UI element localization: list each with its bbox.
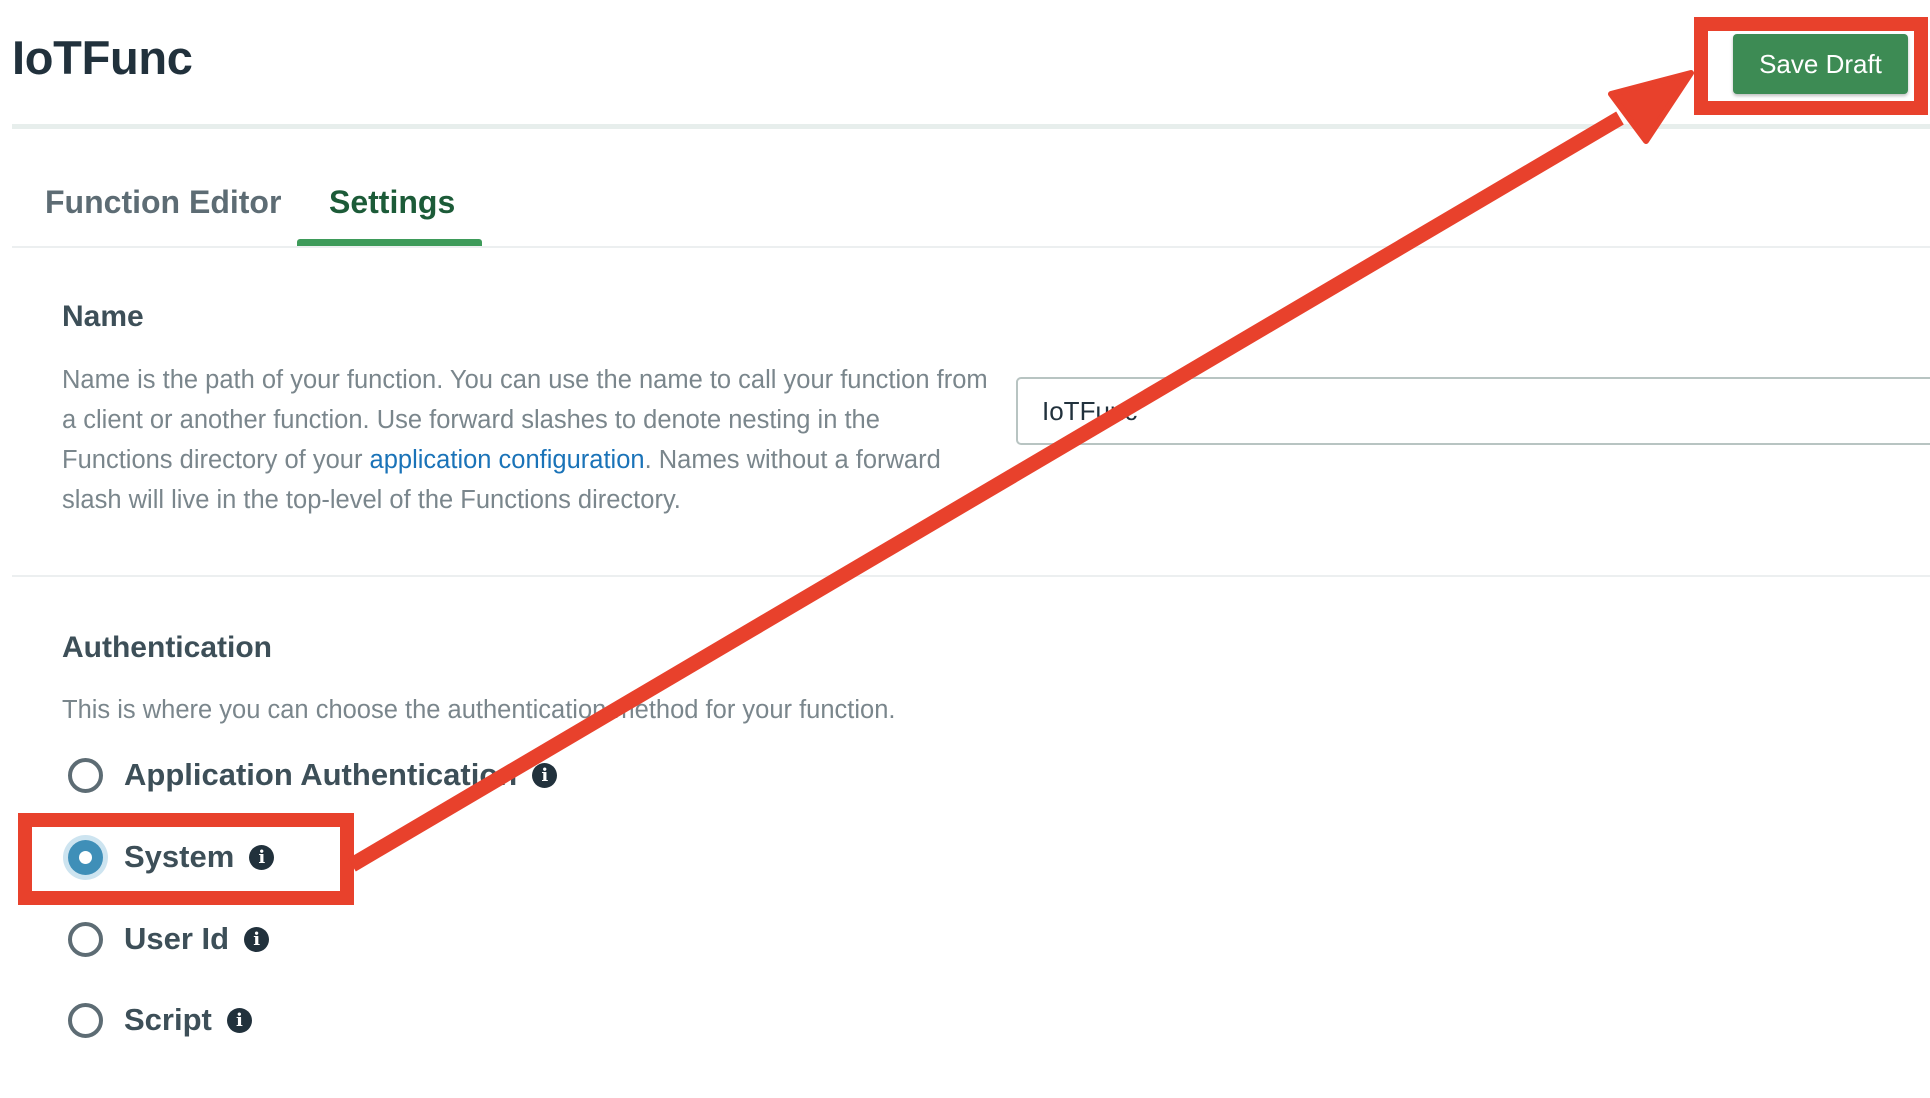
page-title: IoTFunc [12,31,193,84]
radio-label: Application Authentication [124,757,518,792]
radio-button-selected[interactable] [68,839,103,875]
radio-button[interactable] [68,757,103,793]
authentication-heading: Authentication [62,631,272,664]
name-heading: Name [62,300,144,333]
radio-label: System [124,839,235,874]
radio-option-system[interactable]: System i [68,835,275,879]
tab-settings[interactable]: Settings [329,184,455,221]
tab-function-editor[interactable]: Function Editor [45,184,281,221]
radio-option-application-authentication[interactable]: Application Authentication i [68,753,558,797]
authentication-description: This is where you can choose the authent… [62,696,896,724]
annotation-overlay [18,17,1928,905]
name-description: Name is the path of your function. You c… [62,360,992,520]
info-icon[interactable]: i [249,844,275,870]
arrow-icon [1608,70,1694,144]
function-name-input[interactable] [1016,377,1930,445]
radio-option-script[interactable]: Script i [68,998,252,1042]
radio-button[interactable] [68,921,103,957]
info-icon[interactable]: i [532,762,558,788]
info-icon[interactable]: i [226,1007,252,1033]
radio-option-user-id[interactable]: User Id i [68,917,270,961]
save-draft-button[interactable]: Save Draft [1733,34,1908,94]
radio-label: Script [124,1002,212,1037]
radio-label: User Id [124,921,230,956]
tabs-divider [12,246,1930,248]
info-icon[interactable]: i [244,926,270,952]
section-divider [12,575,1930,577]
application-configuration-link[interactable]: application configuration [370,446,645,474]
header-divider [12,124,1930,129]
settings-page: IoTFunc Save Draft Function Editor Setti… [0,0,1930,1098]
active-tab-indicator [297,239,482,246]
radio-button[interactable] [68,1002,103,1038]
